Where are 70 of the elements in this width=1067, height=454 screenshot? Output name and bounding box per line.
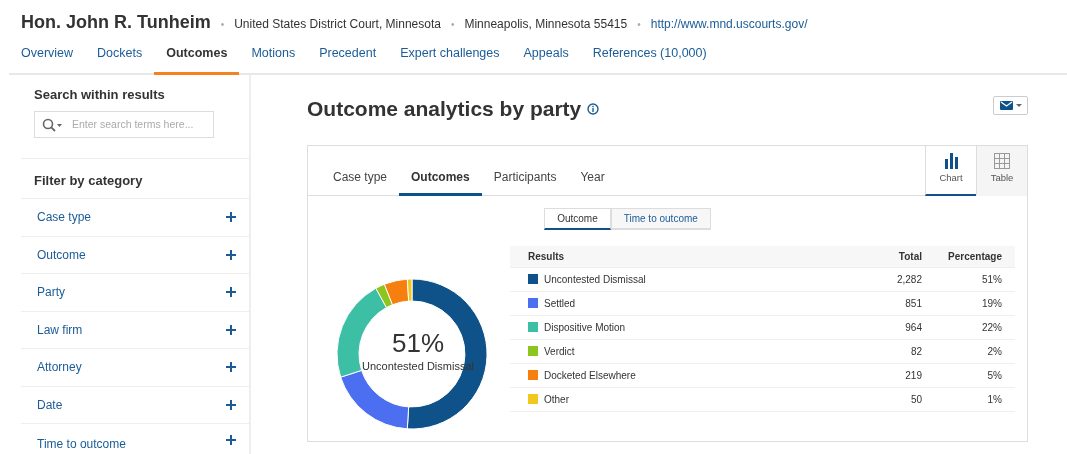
toggle-button[interactable]: Time to outcome [610,207,711,230]
result-label: Docketed Elsewhere [544,368,636,383]
result-label: Uncontested Dismissal [544,272,646,287]
result-label: Settled [544,296,576,311]
nav-tab[interactable]: Dockets [85,44,155,75]
table-cell: 19% [982,297,1002,309]
plus-icon[interactable] [226,324,236,335]
nav-tab[interactable]: Motions [239,44,308,75]
view-tab[interactable]: Case type [321,145,400,196]
table-cell: 2% [987,345,1002,357]
plus-icon[interactable] [226,435,236,445]
separator-dot: • [450,18,455,32]
email-button[interactable] [993,96,1028,115]
website-link[interactable]: http://www.mnd.uscourts.gov/ [650,15,808,33]
toggle-button[interactable]: Outcome [544,207,611,230]
page-title: Outcome analytics by party [307,96,582,122]
view-tab[interactable]: Participants [481,145,569,196]
table-cell: 1% [987,393,1002,405]
nav-tab[interactable]: Appeals [511,44,581,75]
grid-icon [994,153,1010,170]
table-cell: 82 [910,345,922,357]
plus-icon[interactable] [226,399,236,410]
plus-icon[interactable] [226,362,236,373]
info-icon[interactable] [587,102,600,115]
separator-dot: • [220,18,225,32]
result-label: Dispositive Motion [544,320,626,335]
filter-category[interactable]: Outcome [37,245,86,264]
filter-category[interactable]: Case type [37,208,92,227]
table-cell: 5% [987,369,1002,381]
column-header: Results [528,249,565,264]
judge-name: Hon. John R. Tunheim [21,11,211,34]
separator-dot: • [637,18,641,32]
result-label: Other [544,392,569,407]
result-label: Verdict [544,344,575,359]
nav-tab[interactable]: Expert challenges [388,44,512,75]
table-cell: 22% [982,321,1002,333]
nav-tab[interactable]: References (10,000) [580,44,719,75]
caret-icon [1015,104,1022,107]
column-header: Total [898,250,922,262]
filter-category[interactable]: Law firm [37,320,83,339]
envelope-icon [999,101,1013,110]
view-tab[interactable]: Year [568,145,617,196]
filter-category[interactable]: Attorney [37,358,82,377]
nav-tab[interactable]: Outcomes [154,44,240,75]
table-cell: 851 [905,297,922,309]
table-cell: 51% [982,273,1002,285]
bar-chart-icon [944,153,958,170]
table-cell: 219 [905,369,922,381]
table-cell: 50 [910,393,922,405]
court-detail: United States District Court, Minnesota [234,16,441,33]
filter-category[interactable]: Party [37,283,65,302]
donut-value: 51% [391,329,444,356]
plus-icon[interactable] [226,249,236,260]
table-view-button[interactable]: Table [976,145,1027,196]
view-tab[interactable]: Outcomes [399,145,482,196]
search-field[interactable]: Enter search terms here... [34,110,214,138]
plus-icon[interactable] [226,212,236,223]
filter-category[interactable]: Date [37,395,63,414]
column-header: Percentage [948,250,1002,262]
nav-tab[interactable]: Precedent [307,44,389,75]
sidebar-heading: Filter by category [21,158,249,199]
court-detail: Minneapolis, Minnesota 55415 [464,16,628,33]
plus-icon[interactable] [226,287,236,298]
search-icon[interactable] [42,117,62,132]
filter-category[interactable]: Time to outcome [37,435,126,453]
table-cell: 2,282 [896,273,922,285]
chart-view-button[interactable]: Chart [925,145,976,196]
nav-tab[interactable]: Overview [9,44,86,75]
table-cell: 964 [905,321,922,333]
sidebar-heading: Search within results [33,86,166,104]
